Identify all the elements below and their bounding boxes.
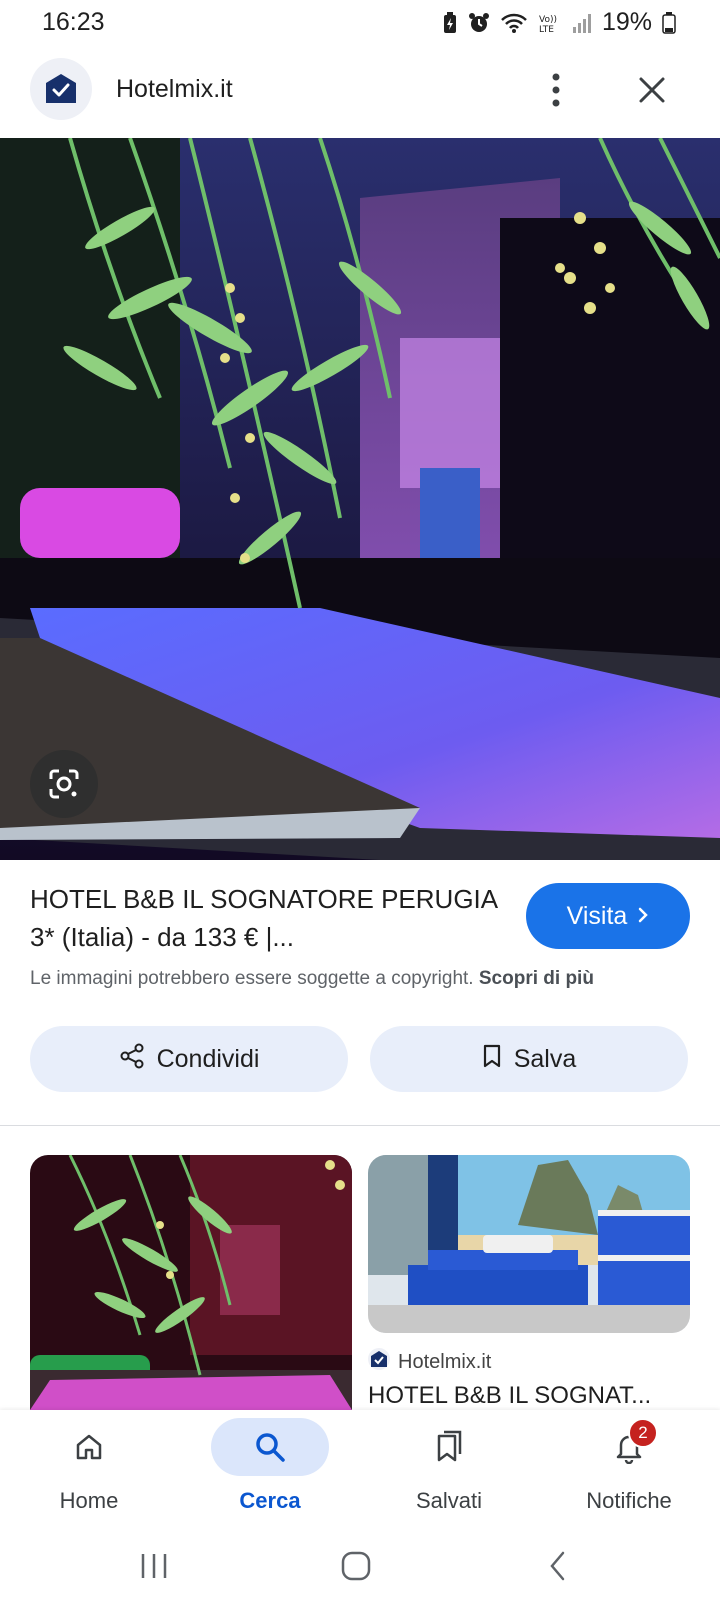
svg-text:Vo)): Vo)) <box>539 15 557 25</box>
home-icon <box>30 1418 148 1476</box>
related-source[interactable]: Hotelmix.it <box>368 1348 491 1376</box>
bookmark-icon <box>482 1043 502 1076</box>
google-lens-icon[interactable] <box>30 750 98 818</box>
bookmarks-icon <box>390 1418 508 1476</box>
visit-button[interactable]: Visita <box>526 883 690 949</box>
chevron-right-icon <box>637 902 649 931</box>
visit-label: Visita <box>566 901 628 930</box>
result-title[interactable]: HOTEL B&B IL SOGNATORE PERUGIA 3* (Itali… <box>30 880 500 956</box>
copyright-notice: Le immagini potrebbero essere soggette a… <box>30 968 594 990</box>
nav-home-label: Home <box>59 1488 119 1513</box>
search-icon <box>211 1418 329 1476</box>
status-icons: Vo)) LTE 19% <box>442 8 676 37</box>
battery-text: 19% <box>601 8 652 36</box>
hero-image[interactable] <box>0 138 720 860</box>
hotelmix-logo-icon[interactable] <box>30 58 92 120</box>
battery-icon <box>662 11 676 34</box>
related-title[interactable]: HOTEL B&B IL SOGNAT... <box>368 1382 651 1410</box>
wifi-icon <box>500 12 528 34</box>
nav-search[interactable]: Cerca <box>195 1410 345 1530</box>
related-image-2[interactable] <box>368 1155 690 1333</box>
battery-saver-icon <box>442 11 458 34</box>
recent-apps-icon[interactable] <box>124 1544 184 1588</box>
volte-icon: Vo)) LTE <box>538 12 562 34</box>
nav-home[interactable]: Home <box>14 1410 164 1530</box>
system-home-icon[interactable] <box>326 1544 386 1588</box>
save-button[interactable]: Salva <box>370 1026 688 1092</box>
divider <box>0 1125 720 1126</box>
more-vert-icon[interactable] <box>536 68 576 112</box>
svg-text:LTE: LTE <box>539 25 554 34</box>
related-image-1[interactable] <box>30 1155 352 1410</box>
nav-notifications[interactable]: 2 Notifiche <box>554 1410 704 1530</box>
bell-icon: 2 <box>570 1418 688 1476</box>
status-bar: 16:23 Vo)) LTE 19% <box>0 0 720 48</box>
share-icon <box>119 1043 145 1076</box>
back-icon[interactable] <box>528 1544 588 1588</box>
copyright-text: Le immagini potrebbero essere soggette a… <box>30 968 474 989</box>
close-icon[interactable] <box>630 68 674 112</box>
signal-icon <box>572 12 592 34</box>
learn-more-link[interactable]: Scopri di più <box>479 968 594 989</box>
related-source-name: Hotelmix.it <box>398 1350 492 1373</box>
hotelmix-logo-icon <box>368 1348 390 1376</box>
site-name[interactable]: Hotelmix.it <box>116 75 233 104</box>
system-nav-bar <box>0 1530 720 1605</box>
save-label: Salva <box>513 1044 577 1073</box>
share-label: Condividi <box>156 1044 260 1073</box>
viewer-header: Hotelmix.it <box>0 50 720 138</box>
nav-notifications-label: Notifiche <box>586 1488 672 1513</box>
status-time: 16:23 <box>42 8 105 36</box>
bottom-nav: Home Cerca Salvati 2 Notifiche <box>0 1410 720 1530</box>
nav-search-label: Cerca <box>239 1488 301 1513</box>
nav-saved[interactable]: Salvati <box>374 1410 524 1530</box>
alarm-icon <box>468 12 490 34</box>
nav-saved-label: Salvati <box>415 1488 483 1513</box>
notification-badge: 2 <box>628 1418 658 1448</box>
share-button[interactable]: Condividi <box>30 1026 348 1092</box>
